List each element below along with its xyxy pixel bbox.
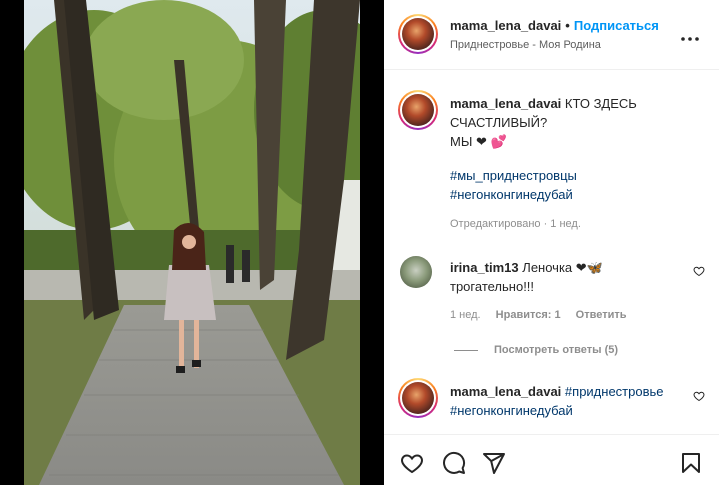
caption-emoji-line: МЫ ❤ 💕 xyxy=(450,134,507,149)
more-icon[interactable] xyxy=(681,26,699,44)
post-caption: mama_lena_davai КТО ЗДЕСЬ СЧАСТЛИВЫЙ? МЫ… xyxy=(450,94,700,151)
more-dots-icon xyxy=(681,37,699,41)
hashtag-link[interactable]: #приднестровье xyxy=(565,384,664,399)
comment-icon[interactable] xyxy=(442,451,466,475)
comment2-avatar[interactable] xyxy=(398,378,438,418)
hashtag-link[interactable]: #негонконгинедубай xyxy=(450,185,577,204)
view-replies-button[interactable]: Посмотреть ответы (5) xyxy=(454,344,618,356)
hashtag-link[interactable]: #мы_приднестровцы xyxy=(450,166,577,185)
post-location[interactable]: Приднестровье - Моя Родина xyxy=(450,39,601,51)
post-header: mama_lena_davai • Подписаться Приднестровь… xyxy=(384,0,719,70)
caption-meta: Отредактировано · 1 нед. xyxy=(450,218,581,230)
share-icon[interactable] xyxy=(482,451,506,475)
post-photo[interactable] xyxy=(24,0,360,485)
heart-icon[interactable] xyxy=(400,451,424,475)
reply-button[interactable]: Ответить xyxy=(576,309,627,321)
caption-hashtags: #мы_приднестровцы #негонконгинедубай xyxy=(450,166,577,204)
author-line: mama_lena_davai • Подписаться xyxy=(450,18,659,33)
replies-divider xyxy=(454,349,478,351)
action-bar xyxy=(384,434,719,485)
comment: mama_lena_davai #приднестровье #негонкон… xyxy=(450,382,690,420)
author-username[interactable]: mama_lena_davai xyxy=(450,18,561,33)
comment-meta: 1 нед. Нравится: 1 Ответить xyxy=(450,309,639,321)
comment-time[interactable]: 1 нед. xyxy=(450,309,481,321)
comment2-like-heart-icon[interactable] xyxy=(693,390,705,402)
media-pane xyxy=(0,0,384,485)
post-details-panel: mama_lena_davai • Подписаться Приднестровь… xyxy=(384,0,719,485)
comment-username[interactable]: irina_tim13 xyxy=(450,260,519,275)
caption-avatar[interactable] xyxy=(398,90,438,130)
view-replies-label: Посмотреть ответы (5) xyxy=(494,344,619,356)
post-photo-image xyxy=(24,0,360,485)
follow-button[interactable]: Подписаться xyxy=(574,18,659,33)
author-avatar[interactable] xyxy=(398,14,438,54)
caption-username[interactable]: mama_lena_davai xyxy=(450,96,561,111)
comment-username[interactable]: mama_lena_davai xyxy=(450,384,561,399)
commenter-avatar[interactable] xyxy=(400,256,432,288)
hashtag-link[interactable]: #негонконгинедубай xyxy=(450,401,690,420)
bookmark-icon[interactable] xyxy=(679,451,703,475)
comment-like-heart-icon[interactable] xyxy=(693,265,705,277)
comment-likes[interactable]: Нравится: 1 xyxy=(496,309,561,321)
separator-dot: • xyxy=(565,18,570,33)
comment: irina_tim13 Леночка ❤🦋 трогательно!!! xyxy=(450,258,680,296)
